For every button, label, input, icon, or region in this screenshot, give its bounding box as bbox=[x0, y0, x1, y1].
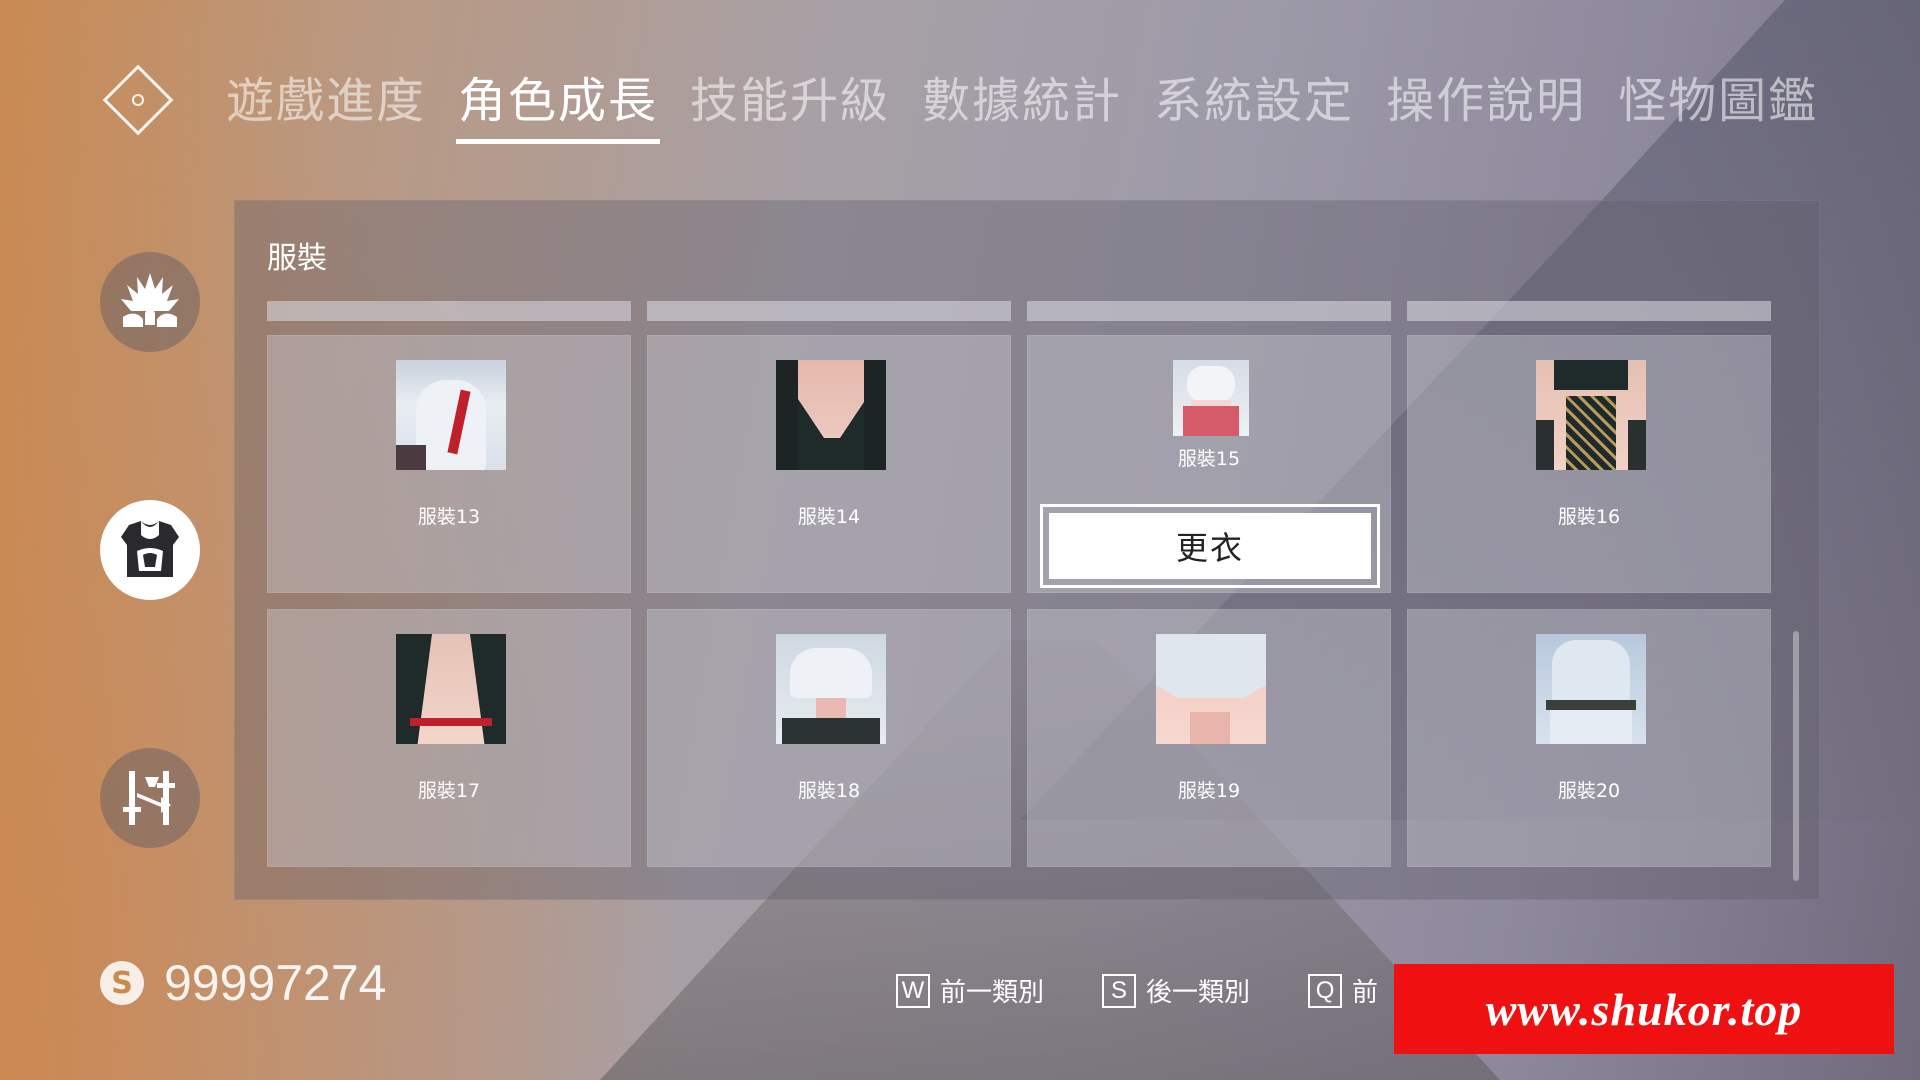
costume-icon[interactable] bbox=[100, 500, 200, 600]
costume-16-image bbox=[1536, 360, 1646, 470]
column-header-strip bbox=[647, 301, 1011, 321]
scrollbar[interactable] bbox=[1793, 631, 1799, 881]
costume-label: 服裝13 bbox=[417, 506, 481, 528]
costume-label: 服裝14 bbox=[797, 506, 861, 528]
costume-card-18[interactable]: 服裝18 bbox=[647, 609, 1011, 867]
costume-label: 服裝20 bbox=[1557, 780, 1621, 802]
tab-system-settings[interactable]: 系統設定 bbox=[1152, 68, 1356, 134]
key-s-icon: S bbox=[1102, 973, 1137, 1008]
top-tabs: 遊戲進度 角色成長 技能升級 數據統計 系統設定 操作說明 怪物圖鑑 bbox=[224, 68, 1820, 144]
costume-label: 服裝19 bbox=[1177, 780, 1241, 802]
tab-monster-book[interactable]: 怪物圖鑑 bbox=[1616, 68, 1820, 134]
key-hints: W 前一類別 S 後一類別 Q 前 bbox=[896, 972, 1378, 1009]
costume-label: 服裝15 bbox=[1177, 448, 1241, 470]
costume-card-16[interactable]: 服裝16 bbox=[1407, 335, 1771, 593]
money-value: 99997274 bbox=[164, 955, 387, 1011]
change-clothes-label: 更衣 bbox=[1049, 513, 1371, 579]
costume-card-13[interactable]: 服裝13 bbox=[267, 335, 631, 593]
costume-label: 服裝16 bbox=[1557, 506, 1621, 528]
hint-prev[interactable]: Q 前 bbox=[1308, 972, 1378, 1009]
money-display: S 99997274 bbox=[100, 954, 386, 1012]
watermark-banner: www.shukor.top bbox=[1394, 964, 1894, 1054]
panel-title: 服裝 bbox=[267, 241, 327, 276]
costume-card-19[interactable]: 服裝19 bbox=[1027, 609, 1391, 867]
tab-statistics[interactable]: 數據統計 bbox=[920, 68, 1124, 134]
hint-prev-category[interactable]: W 前一類別 bbox=[896, 972, 1044, 1009]
change-clothes-button[interactable]: 更衣 bbox=[1040, 504, 1380, 588]
costume-label: 服裝17 bbox=[417, 780, 481, 802]
costume-18-image bbox=[776, 634, 886, 744]
costume-14-image bbox=[776, 360, 886, 470]
menu-logo-icon[interactable] bbox=[100, 62, 176, 138]
costume-19-image bbox=[1156, 634, 1266, 744]
hint-label: 後一類別 bbox=[1146, 978, 1251, 1008]
hint-label: 前一類別 bbox=[940, 978, 1045, 1008]
hint-next-category[interactable]: S 後一類別 bbox=[1102, 972, 1250, 1009]
tab-skill-upgrade[interactable]: 技能升級 bbox=[688, 68, 892, 134]
fire-lotus-icon[interactable] bbox=[100, 252, 200, 352]
costume-13-image bbox=[396, 360, 506, 470]
tab-game-progress[interactable]: 遊戲進度 bbox=[224, 68, 428, 134]
column-header-strip bbox=[1027, 301, 1391, 321]
costume-card-20[interactable]: 服裝20 bbox=[1407, 609, 1771, 867]
tab-character-growth[interactable]: 角色成長 bbox=[456, 68, 661, 144]
costume-card-14[interactable]: 服裝14 bbox=[647, 335, 1011, 593]
column-header-strip bbox=[1407, 301, 1771, 321]
weapons-icon[interactable] bbox=[100, 748, 200, 848]
key-q-icon: Q bbox=[1308, 973, 1343, 1008]
costume-17-image bbox=[396, 634, 506, 744]
column-header-strip bbox=[267, 301, 631, 321]
key-w-icon: W bbox=[896, 973, 930, 1008]
costume-panel: 服裝 服裝13 服裝14 服裝15 更衣 服裝16 服裝17 服裝18 服裝19… bbox=[234, 200, 1820, 900]
coin-icon: S bbox=[100, 961, 144, 1005]
costume-card-15[interactable]: 服裝15 更衣 bbox=[1027, 335, 1391, 593]
costume-label: 服裝18 bbox=[797, 780, 861, 802]
tab-controls[interactable]: 操作說明 bbox=[1384, 68, 1588, 134]
costume-15-image bbox=[1173, 360, 1249, 436]
hint-label: 前 bbox=[1352, 978, 1379, 1008]
costume-20-image bbox=[1536, 634, 1646, 744]
costume-card-17[interactable]: 服裝17 bbox=[267, 609, 631, 867]
